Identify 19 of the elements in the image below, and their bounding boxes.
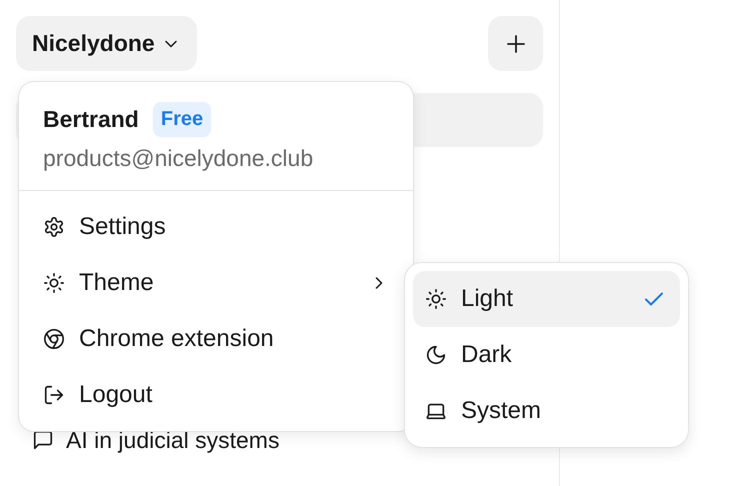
sun-icon <box>425 288 447 310</box>
theme-option[interactable]: Dark <box>413 327 680 383</box>
new-chat-button[interactable] <box>488 16 543 71</box>
user-name: Bertrand <box>43 106 139 133</box>
logout-icon <box>43 384 65 406</box>
sun-icon <box>43 272 65 294</box>
workspace-switcher[interactable]: Nicelydone <box>16 16 197 71</box>
plan-badge: Free <box>152 102 212 137</box>
settings-icon <box>43 216 65 238</box>
chat-icon <box>32 429 54 451</box>
moon-icon <box>425 344 447 366</box>
menu-item[interactable]: Chrome extension <box>19 311 413 367</box>
chrome-icon <box>43 328 65 350</box>
theme-option[interactable]: System <box>413 383 680 439</box>
menu-item[interactable]: Logout <box>19 367 413 423</box>
menu-item[interactable]: Theme <box>19 255 413 311</box>
theme-option[interactable]: Light <box>413 271 680 327</box>
menu-item[interactable]: Settings <box>19 199 413 255</box>
user-email: products@nicelydone.club <box>43 145 314 172</box>
